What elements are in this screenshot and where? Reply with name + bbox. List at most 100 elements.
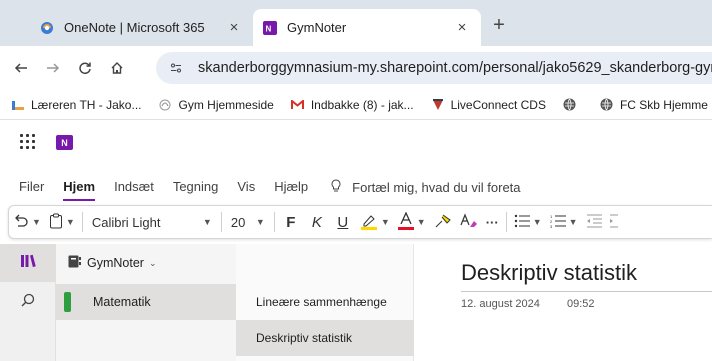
- bookmarks-bar: Læreren TH - Jako... Gym Hjemmeside Indb…: [0, 90, 712, 120]
- globe-icon: [563, 98, 577, 112]
- more-options-button[interactable]: ···: [482, 209, 503, 235]
- bullets-icon: [514, 214, 530, 231]
- format-painter-icon: [434, 213, 452, 232]
- tab-vis[interactable]: Vis: [237, 170, 255, 204]
- chevron-down-icon: ▼: [416, 217, 426, 227]
- tab-indsaet[interactable]: Indsæt: [114, 170, 154, 204]
- tell-me-search[interactable]: Fortæl mig, hvad du vil foreta: [330, 178, 521, 196]
- tab-hjaelp[interactable]: Hjælp: [274, 170, 308, 204]
- increase-indent-button[interactable]: [606, 209, 622, 235]
- tab-tegning[interactable]: Tegning: [173, 170, 219, 204]
- divider: [273, 212, 275, 232]
- svg-text:N: N: [266, 24, 272, 33]
- bold-button[interactable]: F: [278, 209, 304, 235]
- app-launcher-icon[interactable]: [20, 134, 36, 150]
- chevron-down-icon: ▼: [568, 217, 578, 227]
- divider: [220, 212, 222, 232]
- globe-icon: [600, 98, 614, 112]
- home-icon[interactable]: [106, 57, 128, 79]
- title-underline: [461, 291, 712, 292]
- gym-favicon-icon: [158, 98, 172, 112]
- numbering-icon: 123: [550, 214, 566, 231]
- close-tab-icon[interactable]: ×: [453, 19, 471, 36]
- new-tab-button[interactable]: +: [487, 14, 511, 38]
- onenote-logo-icon[interactable]: N: [56, 135, 73, 150]
- section-item-matematik[interactable]: Matematik: [56, 284, 236, 320]
- chevron-down-icon: ▼: [532, 217, 542, 227]
- clear-formatting-icon: [460, 212, 478, 232]
- address-bar[interactable]: skanderborggymnasium-my.sharepoint.com/p…: [156, 52, 712, 84]
- decrease-indent-button[interactable]: [582, 209, 606, 235]
- close-tab-icon[interactable]: ×: [225, 19, 243, 36]
- bookmark-item[interactable]: LiveConnect CDS: [431, 98, 546, 112]
- page-item-descriptive-statistics[interactable]: Deskriptiv statistik: [236, 320, 414, 356]
- page-item-linear[interactable]: Lineære sammenhænge: [236, 284, 414, 320]
- browser-tab-title: OneNote | Microsoft 365: [64, 20, 205, 35]
- search-icon: [21, 293, 35, 312]
- divider: [505, 212, 507, 232]
- format-painter-button[interactable]: [430, 209, 456, 235]
- bookmark-item[interactable]: Læreren TH - Jako...: [11, 98, 141, 112]
- bookmark-item[interactable]: [563, 98, 583, 112]
- formatting-toolbar: ▼ ▼ Calibri Light ▼ 20 ▼ F K U ▼ ▼ ··· ▼…: [8, 205, 712, 239]
- gmail-icon: [291, 98, 305, 112]
- ribbon-tabs: Filer Hjem Indsæt Tegning Vis Hjælp Fort…: [0, 170, 712, 204]
- italic-button[interactable]: K: [304, 209, 330, 235]
- font-name-dropdown[interactable]: Calibri Light ▼: [86, 209, 218, 235]
- page-label: Lineære sammenhænge: [256, 295, 387, 309]
- tab-hjem[interactable]: Hjem: [63, 170, 95, 204]
- browser-tab-onenote-365[interactable]: OneNote | Microsoft 365 ×: [30, 9, 253, 46]
- font-color-button[interactable]: ▼: [394, 209, 430, 235]
- bookmark-item[interactable]: FC Skb Hjemme: [600, 98, 708, 112]
- notebook-picker[interactable]: GymNoter ⌄: [56, 244, 236, 282]
- bookmark-favicon-icon: [11, 98, 25, 112]
- microsoft-365-icon: [40, 21, 54, 35]
- bookmark-item[interactable]: Indbakke (8) - jak...: [291, 98, 414, 112]
- chevron-down-icon: ▼: [202, 217, 212, 227]
- tab-filer[interactable]: Filer: [19, 170, 44, 204]
- page-label: Deskriptiv statistik: [256, 331, 353, 345]
- tell-me-text: Fortæl mig, hvad du vil foreta: [352, 179, 521, 195]
- page-time: 09:52: [567, 298, 595, 310]
- divider: [81, 212, 83, 232]
- browser-tab-title: GymNoter: [287, 20, 347, 35]
- browser-tab-gymnoter[interactable]: N GymNoter ×: [253, 9, 481, 46]
- undo-icon: [13, 214, 29, 231]
- chevron-down-icon: ▼: [380, 217, 390, 227]
- section-color-tab: [64, 292, 71, 312]
- lightbulb-icon: [330, 178, 342, 196]
- forward-arrow-icon[interactable]: [42, 57, 64, 79]
- chevron-down-icon: ▼: [32, 217, 41, 227]
- page-title[interactable]: Deskriptiv statistik: [461, 260, 637, 286]
- underline-button[interactable]: U: [330, 209, 356, 235]
- font-size-dropdown[interactable]: 20 ▼: [225, 209, 271, 235]
- reload-icon[interactable]: [74, 57, 96, 79]
- section-label: Matematik: [93, 295, 151, 309]
- onenote-icon: N: [263, 20, 277, 35]
- site-settings-icon[interactable]: [166, 58, 186, 78]
- notebook-name: GymNoter: [87, 256, 144, 270]
- notebooks-nav-button[interactable]: [0, 244, 56, 282]
- liveconnect-icon: [431, 98, 445, 112]
- bullets-button[interactable]: ▼: [510, 209, 546, 235]
- clipboard-icon: [49, 213, 63, 232]
- back-arrow-icon[interactable]: [10, 57, 32, 79]
- highlighter-icon: [360, 212, 378, 233]
- page-date: 12. august 2024: [461, 298, 540, 310]
- app-header: [0, 121, 712, 165]
- notebook-icon: [68, 255, 81, 271]
- undo-button[interactable]: ▼: [9, 209, 45, 235]
- decrease-indent-icon: [586, 214, 602, 231]
- numbering-button[interactable]: 123 ▼: [546, 209, 582, 235]
- increase-indent-icon: [609, 214, 618, 231]
- chevron-down-icon: ⌄: [148, 257, 157, 268]
- url-text: skanderborggymnasium-my.sharepoint.com/p…: [198, 60, 712, 76]
- highlight-button[interactable]: ▼: [356, 209, 394, 235]
- paste-button[interactable]: ▼: [45, 209, 79, 235]
- search-button[interactable]: [0, 284, 56, 320]
- font-color-icon: [397, 210, 414, 233]
- chevron-down-icon: ▼: [65, 217, 75, 227]
- clear-formatting-button[interactable]: [456, 209, 482, 235]
- bookmark-item[interactable]: Gym Hjemmeside: [158, 98, 274, 112]
- svg-text:3: 3: [550, 224, 553, 228]
